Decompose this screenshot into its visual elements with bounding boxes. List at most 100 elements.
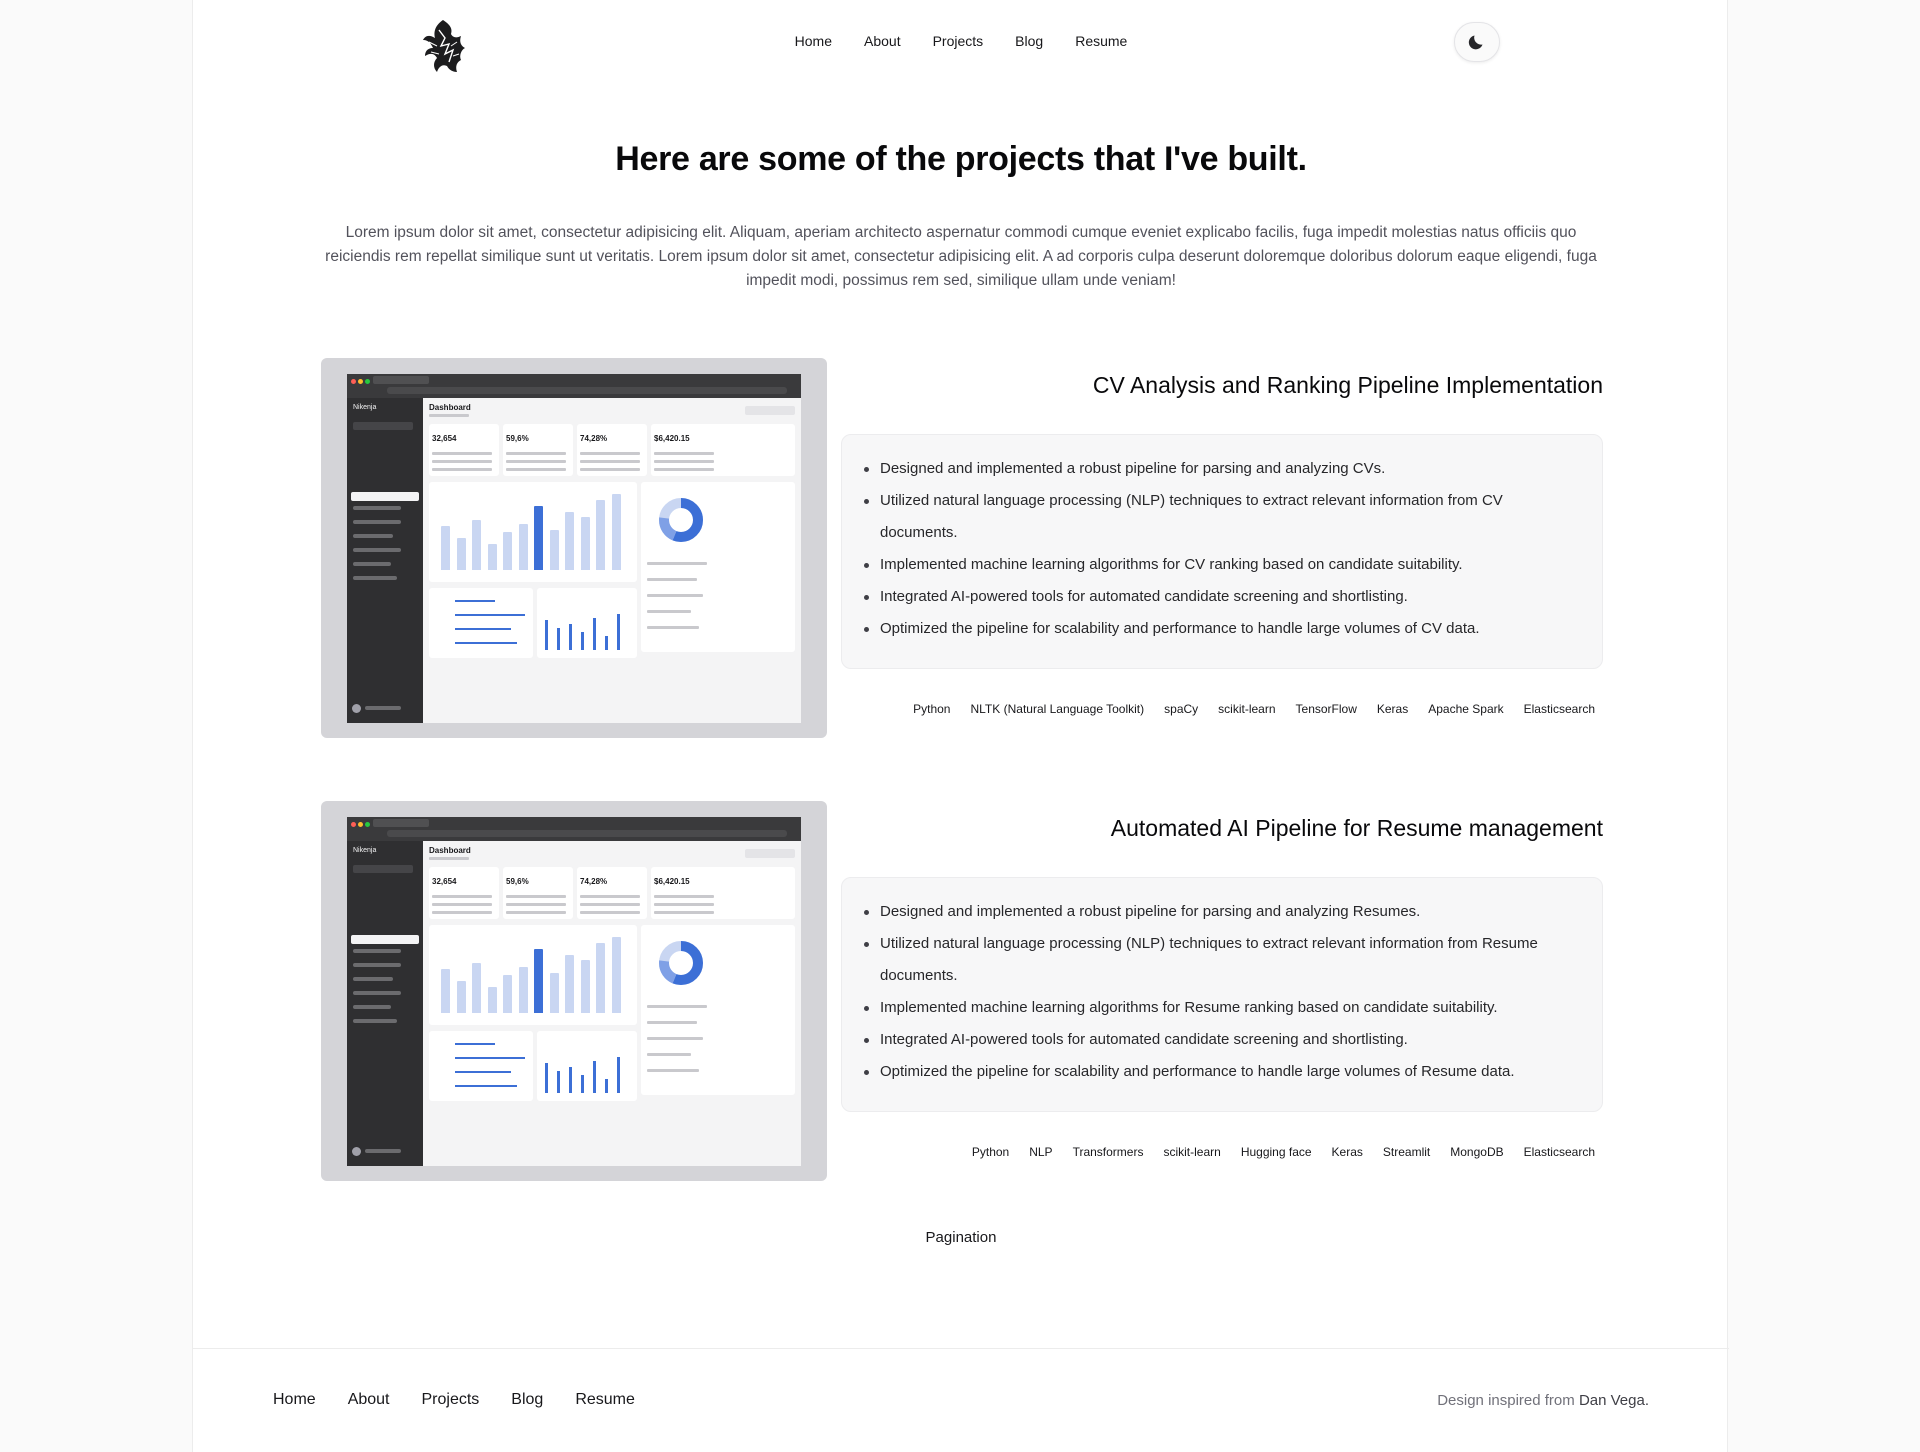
browser-chrome bbox=[347, 374, 801, 398]
chart-bar bbox=[487, 987, 497, 1013]
stat-value: 59,6% bbox=[506, 434, 529, 443]
app-name: Nikenja bbox=[353, 404, 377, 411]
chart-bar bbox=[518, 524, 528, 570]
tech-tag: MongoDB bbox=[1450, 1145, 1504, 1159]
tech-tag: Elasticsearch bbox=[1523, 1145, 1595, 1159]
chart-bar bbox=[565, 955, 574, 1013]
theme-toggle-button[interactable] bbox=[1454, 22, 1500, 62]
tech-tag: Keras bbox=[1376, 702, 1409, 716]
nav-about[interactable]: About bbox=[848, 33, 917, 49]
chart-bar bbox=[549, 973, 559, 1013]
tech-tag: Python bbox=[913, 702, 951, 716]
chart-bar bbox=[534, 506, 543, 570]
credit-text: Design inspired from bbox=[1437, 1392, 1579, 1409]
dashboard-main: Dashboard 32,654 59,6% 74,28% $6,420.15 bbox=[423, 841, 801, 1166]
page-frame: Home About Projects Blog Resume Here are… bbox=[192, 0, 1729, 1452]
project-screenshot[interactable]: Nikenja Dashboard 32,654 59,6% 74,28% $6… bbox=[321, 358, 827, 738]
footer-link-projects[interactable]: Projects bbox=[422, 1391, 480, 1409]
bullet-item: Utilized natural language processing (NL… bbox=[862, 928, 1582, 992]
chart-bar bbox=[487, 544, 497, 570]
footer-link-blog[interactable]: Blog bbox=[511, 1391, 543, 1409]
chart-bar bbox=[456, 538, 466, 570]
footer-link-home[interactable]: Home bbox=[273, 1391, 316, 1409]
footer-credit: Design inspired from Dan Vega. bbox=[1437, 1392, 1649, 1409]
tech-tag: TensorFlow bbox=[1295, 702, 1357, 716]
tech-tag: Streamlit bbox=[1382, 1145, 1431, 1159]
stat-value: $6,420.15 bbox=[654, 877, 690, 886]
bullet-item: Designed and implemented a robust pipeli… bbox=[862, 896, 1582, 928]
bullet-item: Utilized natural language processing (NL… bbox=[862, 485, 1582, 549]
donut-chart-preview bbox=[659, 498, 703, 542]
chart-bar bbox=[596, 943, 605, 1013]
chart-bar bbox=[518, 967, 528, 1013]
dashboard-main: Dashboard 32,654 59,6% 74,28% $6,420.15 bbox=[423, 398, 801, 723]
chart-bar bbox=[503, 975, 512, 1013]
project-card: Nikenja Dashboard 32,654 59,6% 74,28% $6… bbox=[321, 801, 1603, 1181]
tech-tag: Keras bbox=[1331, 1145, 1363, 1159]
chart-bar bbox=[503, 532, 512, 570]
bar-chart-preview bbox=[429, 482, 637, 582]
bullet-item: Optimized the pipeline for scalability a… bbox=[862, 1056, 1582, 1088]
project-description: Designed and implemented a robust pipeli… bbox=[841, 877, 1603, 1112]
bullet-item: Implemented machine learning algorithms … bbox=[862, 549, 1582, 581]
dashboard-preview-image: Nikenja Dashboard 32,654 59,6% 74,28% $6… bbox=[347, 817, 801, 1166]
tech-tag: scikit-learn bbox=[1218, 702, 1276, 716]
tech-tag: NLP bbox=[1029, 1145, 1053, 1159]
chart-bar bbox=[472, 520, 481, 570]
stat-value: 32,654 bbox=[432, 877, 457, 886]
chart-bar bbox=[565, 512, 574, 570]
chart-bar bbox=[472, 963, 481, 1013]
bullet-item: Implemented machine learning algorithms … bbox=[862, 992, 1582, 1024]
chart-bar bbox=[534, 949, 543, 1013]
pagination[interactable]: Pagination bbox=[193, 1229, 1729, 1246]
tech-tag: spaCy bbox=[1164, 702, 1199, 716]
stat-value: 74,28% bbox=[580, 434, 608, 443]
dashboard-preview-image: Nikenja Dashboard 32,654 59,6% 74,28% $6… bbox=[347, 374, 801, 723]
footer-nav: Home About Projects Blog Resume bbox=[273, 1391, 635, 1409]
credit-link[interactable]: Dan Vega. bbox=[1579, 1392, 1649, 1409]
nav-home[interactable]: Home bbox=[779, 33, 848, 49]
dashboard-heading: Dashboard bbox=[429, 403, 471, 412]
footer-link-resume[interactable]: Resume bbox=[575, 1391, 635, 1409]
tech-tag: Elasticsearch bbox=[1523, 702, 1595, 716]
stat-value: 59,6% bbox=[506, 877, 529, 886]
chart-bar bbox=[580, 960, 590, 1013]
chart-bar bbox=[441, 969, 450, 1013]
tech-tags: Python NLTK (Natural Language Toolkit) s… bbox=[913, 702, 1595, 716]
bullet-item: Integrated AI-powered tools for automate… bbox=[862, 1024, 1582, 1056]
page-title: Here are some of the projects that I've … bbox=[615, 140, 1307, 178]
dashboard-sidebar: Nikenja bbox=[347, 398, 423, 723]
stat-value: 32,654 bbox=[432, 434, 457, 443]
chart-bar bbox=[549, 530, 559, 570]
nav-blog[interactable]: Blog bbox=[999, 33, 1059, 49]
stat-value: $6,420.15 bbox=[654, 434, 690, 443]
moon-icon bbox=[1468, 35, 1483, 50]
project-title: Automated AI Pipeline for Resume managem… bbox=[1110, 815, 1603, 841]
nav-projects[interactable]: Projects bbox=[917, 33, 1000, 49]
app-name: Nikenja bbox=[353, 847, 377, 854]
donut-chart-preview bbox=[659, 941, 703, 985]
tech-tags: Python NLP Transformers scikit-learn Hug… bbox=[972, 1145, 1595, 1159]
stat-value: 74,28% bbox=[580, 877, 608, 886]
project-title: CV Analysis and Ranking Pipeline Impleme… bbox=[1092, 372, 1603, 398]
bullet-item: Integrated AI-powered tools for automate… bbox=[862, 581, 1582, 613]
tech-tag: Transformers bbox=[1072, 1145, 1144, 1159]
chart-bar bbox=[441, 526, 450, 570]
project-description: Designed and implemented a robust pipeli… bbox=[841, 434, 1603, 669]
tech-tag: Hugging face bbox=[1240, 1145, 1312, 1159]
page-intro: Lorem ipsum dolor sit amet, consectetur … bbox=[325, 224, 1597, 289]
chart-bar bbox=[611, 937, 621, 1013]
browser-chrome bbox=[347, 817, 801, 841]
nav-resume[interactable]: Resume bbox=[1059, 33, 1143, 49]
project-screenshot[interactable]: Nikenja Dashboard 32,654 59,6% 74,28% $6… bbox=[321, 801, 827, 1181]
footer-link-about[interactable]: About bbox=[348, 1391, 390, 1409]
tech-tag: Apache Spark bbox=[1428, 702, 1504, 716]
tech-tag: scikit-learn bbox=[1163, 1145, 1221, 1159]
dashboard-heading: Dashboard bbox=[429, 846, 471, 855]
chart-bar bbox=[580, 517, 590, 570]
site-footer: Home About Projects Blog Resume Design i… bbox=[193, 1348, 1729, 1452]
bar-chart-preview bbox=[429, 925, 637, 1025]
bullet-item: Designed and implemented a robust pipeli… bbox=[862, 453, 1582, 485]
tech-tag: Python bbox=[971, 1145, 1010, 1159]
chart-bar bbox=[611, 494, 621, 570]
